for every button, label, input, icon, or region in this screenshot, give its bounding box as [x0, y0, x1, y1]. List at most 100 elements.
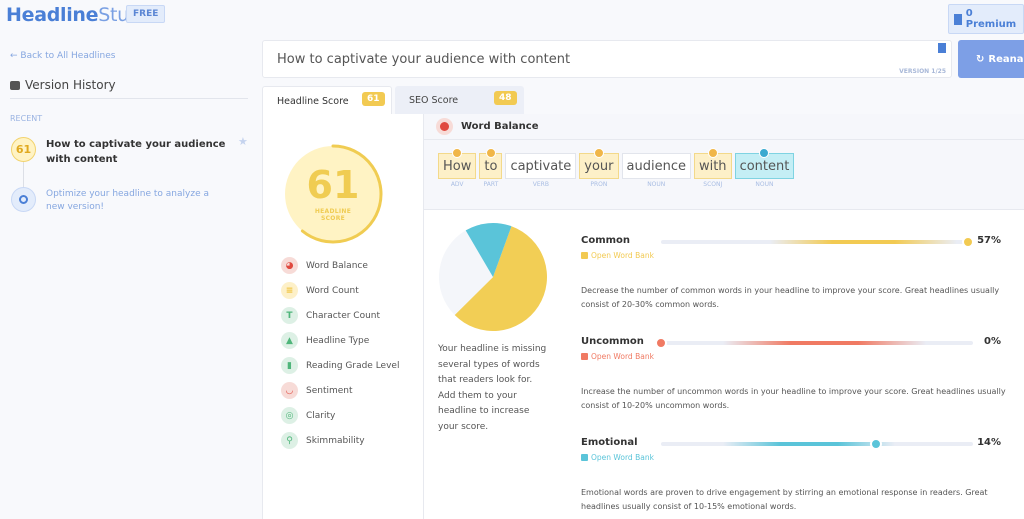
star-icon[interactable]: ★	[238, 135, 248, 148]
word-balance-header: Word Balance	[424, 114, 1024, 140]
book-icon	[581, 454, 588, 461]
category-label: Character Count	[306, 310, 381, 321]
target-zone	[723, 341, 927, 345]
check-icon	[707, 148, 718, 158]
category-item[interactable]: ⚲ Skimmability	[281, 428, 399, 453]
headline-input[interactable]: How to captivate your audience with cont…	[262, 40, 952, 78]
metric-name: Emotional	[581, 437, 638, 448]
logo-bold: Headline	[6, 4, 99, 26]
category-item[interactable]: ◡ Sentiment	[281, 378, 399, 403]
lightbulb-icon	[11, 187, 36, 212]
category-label: Word Count	[306, 285, 359, 296]
part-of-speech: NOUN	[647, 181, 666, 188]
metric-name: Uncommon	[581, 336, 644, 347]
target-zone	[770, 240, 958, 244]
lines-icon: ≡	[281, 282, 298, 299]
metric-description: Decrease the number of common words in y…	[581, 286, 1000, 309]
book-icon	[581, 252, 588, 259]
metric-track	[661, 236, 975, 248]
letter-t-icon: T	[281, 307, 298, 324]
word-breakdown: How ADV to PART captivate VERB your PRON audienc…	[424, 140, 1024, 210]
reanalyze-label: Reanaly	[988, 53, 1024, 65]
bookmark-icon[interactable]	[938, 43, 946, 53]
category-item[interactable]: ▮ Reading Grade Level	[281, 353, 399, 378]
pie-chart-icon	[436, 118, 453, 135]
divider	[10, 98, 248, 99]
version-history-heading: Version History	[10, 78, 116, 92]
open-word-bank-link[interactable]: Open Word Bank	[581, 352, 654, 361]
book-icon	[581, 353, 588, 360]
category-label: Skimmability	[306, 435, 365, 446]
book-icon: ▮	[281, 357, 298, 374]
category-item[interactable]: ≡ Word Count	[281, 278, 399, 303]
category-label: Headline Type	[306, 335, 370, 346]
check-icon	[593, 148, 604, 158]
part-of-speech: ADV	[450, 181, 464, 188]
version-indicator: VERSION 1/25	[899, 68, 946, 75]
word-token: to PART	[479, 148, 503, 188]
metric-percent: 0%	[984, 336, 1001, 347]
metric-track	[655, 337, 973, 349]
part-of-speech: VERB	[532, 181, 549, 188]
word-balance-panel: Word Balance How ADV to PART captivate VERB yo…	[423, 114, 1024, 519]
recent-score-badge: 61	[11, 137, 36, 162]
tab-seo-score[interactable]: SEO Score 48	[395, 86, 524, 115]
search-icon: ⚲	[281, 432, 298, 449]
metric-marker	[655, 337, 667, 349]
metric-percent: 14%	[977, 437, 1001, 448]
part-of-speech: PRON	[590, 181, 608, 188]
word-token: audience NOUN	[621, 153, 691, 188]
layers-icon	[10, 80, 20, 90]
version-history-label: Version History	[25, 78, 116, 92]
category-item[interactable]: ◎ Clarity	[281, 403, 399, 428]
word-balance-summary: Your headline is missing several types o…	[438, 344, 547, 432]
score-label: HEADLINE SCORE	[314, 208, 352, 222]
timeline-line	[23, 162, 24, 187]
smile-icon: ◡	[281, 382, 298, 399]
metric-percent: 57%	[977, 235, 1001, 246]
score-value: 61	[306, 163, 360, 207]
word-balance-title: Word Balance	[461, 121, 539, 132]
tab-score-badge: 61	[362, 92, 385, 106]
tab-score-badge: 48	[494, 91, 517, 105]
refresh-icon: ↻	[976, 53, 985, 65]
category-label: Sentiment	[306, 385, 353, 396]
target-icon: ◎	[281, 407, 298, 424]
word-text: audience	[621, 153, 691, 179]
tab-label: Headline Score	[277, 95, 349, 107]
category-item[interactable]: T Character Count	[281, 303, 399, 328]
headline-input-value[interactable]: How to captivate your audience with cont…	[277, 52, 570, 67]
word-token: How ADV	[438, 148, 477, 188]
part-of-speech: NOUN	[755, 181, 774, 188]
shapes-icon: ▲	[281, 332, 298, 349]
reanalyze-button[interactable]: ↻ Reanaly	[958, 40, 1024, 78]
metric-track	[661, 438, 973, 450]
check-icon	[485, 148, 496, 158]
metric-name: Common	[581, 235, 631, 246]
back-to-all-headlines-link[interactable]: ← Back to All Headlines	[10, 51, 116, 61]
word-token: your PRON	[579, 148, 619, 188]
category-label: Reading Grade Level	[306, 360, 400, 371]
open-word-bank-link[interactable]: Open Word Bank	[581, 251, 654, 260]
category-item[interactable]: ◕ Word Balance	[281, 253, 399, 278]
premium-button[interactable]: 0 Premium	[948, 4, 1024, 34]
recent-headline-item[interactable]: How to captivate your audience with cont…	[46, 137, 236, 167]
metric-marker	[962, 236, 975, 248]
part-of-speech: PART	[483, 181, 499, 188]
category-item[interactable]: ▲ Headline Type	[281, 328, 399, 353]
premium-label: 0 Premium	[965, 8, 1017, 30]
metric-description: Increase the number of uncommon words in…	[581, 387, 1006, 410]
pie-chart-icon: ◕	[281, 257, 298, 274]
category-list: ◕ Word Balance ≡ Word Count T Character Count…	[281, 253, 399, 453]
word-balance-pie-chart	[439, 223, 547, 331]
bookmark-icon	[954, 13, 962, 25]
tab-headline-score[interactable]: Headline Score 61	[262, 86, 392, 115]
main-panel: 61 HEADLINE SCORE ◕ Word Balance ≡ Word Cou…	[262, 114, 1024, 519]
metric-description: Emotional words are proven to drive enga…	[581, 488, 988, 511]
word-token: captivate VERB	[505, 153, 577, 188]
word-token: with SCONJ	[693, 148, 732, 188]
recent-label: RECENT	[10, 114, 43, 123]
open-word-bank-link[interactable]: Open Word Bank	[581, 453, 654, 462]
metric-marker	[870, 438, 883, 450]
category-label: Clarity	[306, 410, 336, 421]
